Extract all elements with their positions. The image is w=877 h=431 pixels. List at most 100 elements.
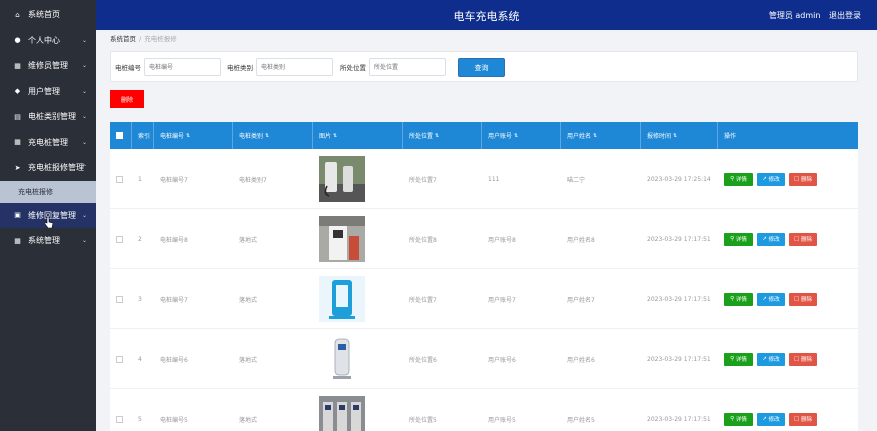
delete-button[interactable]: □ 删除 <box>789 412 817 426</box>
sidebar-item-home[interactable]: ⌂ 系统首页 <box>0 2 96 28</box>
sidebar-item-label: 用户管理 <box>28 86 60 96</box>
column-header[interactable]: 电桩类别 ⇅ <box>233 122 313 149</box>
sidebar-item-profile[interactable]: ● 个人中心 ⌄ <box>0 28 96 54</box>
column-header[interactable]: 所处位置 ⇅ <box>403 122 482 149</box>
column-header[interactable]: 报修时间 ⇅ <box>641 122 718 149</box>
row-checkbox[interactable] <box>116 355 123 363</box>
sort-icon: ⇅ <box>186 132 191 139</box>
sort-icon: ⇅ <box>593 132 598 139</box>
row-checkbox-cell <box>110 269 132 329</box>
location-input[interactable] <box>369 58 446 76</box>
cell-actions: ⚲ 详情 ➚ 修改 □ 删除 <box>718 329 858 389</box>
delete-button[interactable]: □ 删除 <box>789 352 817 366</box>
grid-icon: ▦ <box>14 236 21 245</box>
cell-image <box>313 209 403 269</box>
chevron-down-icon: ⌄ <box>81 138 87 146</box>
cell-text: 用户姓名8 <box>567 236 595 244</box>
column-header[interactable]: 用户姓名 ⇅ <box>561 122 641 149</box>
breadcrumb-current: 充电桩报修 <box>144 35 177 43</box>
top-header: 电车充电系统 管理员 admin 退出登录 <box>96 0 877 30</box>
cell-text: 所处位置7 <box>409 296 437 304</box>
sidebar-item-repairman[interactable]: ▦ 维修员管理 ⌄ <box>0 53 96 79</box>
cell-text: 用户姓名7 <box>567 296 595 304</box>
table-row: 4 电桩编号6 落地式 所处位置6 用户账号6 用户姓名6 2023-03-29 17:17… <box>110 329 858 389</box>
sidebar-item-pile-category[interactable]: ▤ 电桩类别管理 ⌄ <box>0 104 96 130</box>
cell-text: 用户账号5 <box>488 416 516 424</box>
cell-image <box>313 149 403 209</box>
cell-actions: ⚲ 详情 ➚ 修改 □ 删除 <box>718 209 858 269</box>
edit-button[interactable]: ➚ 修改 <box>757 412 785 426</box>
column-header[interactable]: 电桩编号 ⇅ <box>154 122 233 149</box>
column-header-label: 操作 <box>724 133 737 140</box>
cell-code: 电桩编号8 <box>154 209 233 269</box>
sidebar-item-label: 系统管理 <box>28 236 60 246</box>
search-panel: 电桩编号 电桩类别 所处位置 查询 <box>110 51 858 82</box>
cell-account: 用户账号6 <box>482 329 561 389</box>
column-header-label: 用户姓名 <box>567 133 592 140</box>
cell-image <box>313 269 403 329</box>
charger-photo <box>319 156 365 202</box>
query-button[interactable]: 查询 <box>458 58 505 77</box>
trash-icon: □ <box>794 416 801 422</box>
button-label: 详情 <box>735 177 747 183</box>
cell-time: 2023-03-29 17:17:51 <box>641 209 718 269</box>
pile-category-input[interactable] <box>256 58 333 76</box>
table-row: 2 电桩编号8 落地式 所处位置8 用户账号8 用户姓名8 2023-03-29 17:17… <box>110 209 858 269</box>
detail-button[interactable]: ⚲ 详情 <box>724 172 753 186</box>
cell-name: 用户姓名6 <box>561 329 641 389</box>
delete-button[interactable]: □ 删除 <box>789 292 817 306</box>
edit-button[interactable]: ➚ 修改 <box>757 232 785 246</box>
cell-text: 5 <box>138 415 142 423</box>
row-checkbox[interactable] <box>116 415 123 423</box>
sort-icon: ⇅ <box>673 132 678 139</box>
cell-text: 2023-03-29 17:17:51 <box>647 415 711 423</box>
cell-code: 电桩编号5 <box>154 389 233 431</box>
detail-button[interactable]: ⚲ 详情 <box>724 412 753 426</box>
sidebar-subitem-repair-report[interactable]: 充电桩报修 <box>0 180 96 203</box>
sidebar-item-label: 维修员管理 <box>28 61 68 71</box>
cell-image <box>313 329 403 389</box>
sidebar-item-label: 充电桩报修管理 <box>28 163 84 173</box>
edit-button[interactable]: ➚ 修改 <box>757 292 785 306</box>
button-label: 删除 <box>800 417 812 423</box>
breadcrumb-home[interactable]: 系统首页 <box>110 35 136 43</box>
sidebar-item-repair-reports[interactable]: ➤ 充电桩报修管理 ⌃ <box>0 155 96 181</box>
cell-text: 用户姓名5 <box>567 416 595 424</box>
logout-link[interactable]: 退出登录 <box>829 11 861 20</box>
detail-button[interactable]: ⚲ 详情 <box>724 232 753 246</box>
sidebar-item-users[interactable]: ◆ 用户管理 ⌄ <box>0 79 96 105</box>
row-checkbox[interactable] <box>116 295 123 303</box>
cell-text: 所处位置7 <box>409 176 437 184</box>
sidebar-item-piles[interactable]: ▦ 充电桩管理 ⌄ <box>0 130 96 156</box>
cell-text: 2023-03-29 17:17:51 <box>647 235 711 243</box>
sidebar-item-system[interactable]: ▦ 系统管理 ⌄ <box>0 228 96 254</box>
cell-text: 电桩编号7 <box>160 176 188 184</box>
cell-text: 2023-03-29 17:17:51 <box>647 295 711 303</box>
delete-button[interactable]: □ 删除 <box>789 172 817 186</box>
cell-actions: ⚲ 详情 ➚ 修改 □ 删除 <box>718 149 858 209</box>
sidebar-subitem-label: 充电桩报修 <box>18 187 53 196</box>
pile-code-input[interactable] <box>144 58 221 76</box>
charger-photo <box>319 396 365 431</box>
detail-button[interactable]: ⚲ 详情 <box>724 352 753 366</box>
cell-text: 电桩编号6 <box>160 356 188 364</box>
cell-code: 电桩编号7 <box>154 269 233 329</box>
cell-text: 用户账号7 <box>488 296 516 304</box>
row-checkbox[interactable] <box>116 175 123 183</box>
column-header[interactable]: 图片 ⇅ <box>313 122 403 149</box>
search-field-code: 电桩编号 <box>115 58 221 76</box>
detail-button[interactable]: ⚲ 详情 <box>724 292 753 306</box>
row-checkbox[interactable] <box>116 235 123 243</box>
edit-button[interactable]: ➚ 修改 <box>757 172 785 186</box>
cell-account: 用户账号5 <box>482 389 561 431</box>
cell-account: 用户账号7 <box>482 269 561 329</box>
delete-button[interactable]: □ 删除 <box>789 232 817 246</box>
cell-text: 落地式 <box>239 296 258 304</box>
cell-text: 电桩类别7 <box>239 176 267 184</box>
select-all-checkbox[interactable] <box>116 132 123 139</box>
admin-label: 管理员 admin <box>768 11 821 20</box>
cell-category: 落地式 <box>233 209 313 269</box>
edit-button[interactable]: ➚ 修改 <box>757 352 785 366</box>
column-header[interactable]: 用户账号 ⇅ <box>482 122 561 149</box>
batch-delete-button[interactable]: 删除 <box>110 90 144 108</box>
